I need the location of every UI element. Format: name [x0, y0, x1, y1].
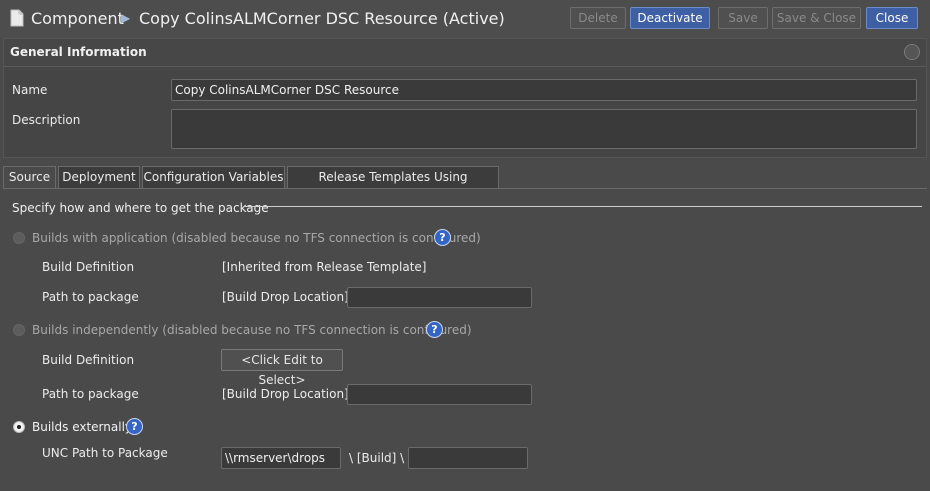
unc-suffix-input[interactable] [408, 447, 528, 469]
tab-release-templates[interactable]: Release Templates Using Component [287, 166, 499, 205]
section-divider [245, 206, 922, 207]
opt1-path-input[interactable] [347, 287, 532, 308]
opt1-build-definition-value: [Inherited from Release Template] [222, 260, 427, 274]
tabs-area: Source Deployment Configuration Variable… [3, 158, 927, 488]
opt2-build-definition-label: Build Definition [42, 353, 135, 367]
tab-configuration-variables[interactable]: Configuration Variables [142, 166, 285, 188]
unc-path-label: UNC Path to Package [42, 446, 168, 460]
deactivate-button[interactable]: Deactivate [630, 7, 710, 29]
general-information-title: General Information [10, 45, 147, 59]
builds-with-application-radio[interactable] [13, 232, 25, 244]
opt1-build-definition-label: Build Definition [42, 260, 135, 274]
opt1-path-label: Path to package [42, 290, 139, 304]
help-icon[interactable]: ? [434, 229, 451, 246]
builds-independently-label: Builds independently (disabled because n… [32, 323, 472, 337]
click-edit-to-select-button[interactable]: <Click Edit to Select> [221, 349, 343, 387]
general-information-panel: General Information Name Copy ColinsALMC… [3, 38, 927, 158]
opt2-path-prefix: [Build Drop Location] \ [222, 387, 357, 401]
opt1-path-prefix: [Build Drop Location] \ [222, 290, 357, 304]
builds-externally-radio[interactable] [13, 421, 25, 433]
tab-deployment[interactable]: Deployment [58, 166, 140, 188]
save-close-button[interactable]: Save & Close [772, 7, 861, 29]
page-title: Copy ColinsALMCorner DSC Resource (Activ… [139, 9, 505, 28]
title-bar: Component ▶ Copy ColinsALMCorner DSC Res… [0, 0, 930, 38]
opt2-path-label: Path to package [42, 387, 139, 401]
breadcrumb-arrow-icon: ▶ [121, 11, 131, 25]
description-label: Description [12, 113, 81, 127]
help-icon[interactable]: ? [126, 418, 143, 435]
builds-independently-radio[interactable] [13, 324, 25, 336]
general-information-header: General Information [4, 39, 926, 67]
close-button[interactable]: Close [866, 7, 918, 29]
unc-path-input[interactable]: \\rmserver\drops [221, 447, 341, 469]
builds-externally-label: Builds externally [32, 420, 133, 434]
document-icon [10, 9, 24, 27]
unc-build-separator: \ [Build] \ [349, 451, 405, 465]
breadcrumb-root[interactable]: Component [31, 9, 124, 28]
description-input[interactable] [171, 109, 917, 149]
opt2-path-input[interactable] [347, 384, 532, 405]
tab-source[interactable]: Source [3, 166, 56, 188]
collapse-icon[interactable] [904, 44, 920, 60]
section-title: Specify how and where to get the package [12, 201, 269, 215]
name-label: Name [12, 83, 48, 97]
builds-with-application-label: Builds with application (disabled becaus… [32, 231, 481, 245]
delete-button[interactable]: Delete [570, 7, 626, 29]
save-button[interactable]: Save [718, 7, 768, 29]
help-icon[interactable]: ? [426, 321, 443, 338]
name-input[interactable]: Copy ColinsALMCorner DSC Resource [171, 79, 917, 101]
